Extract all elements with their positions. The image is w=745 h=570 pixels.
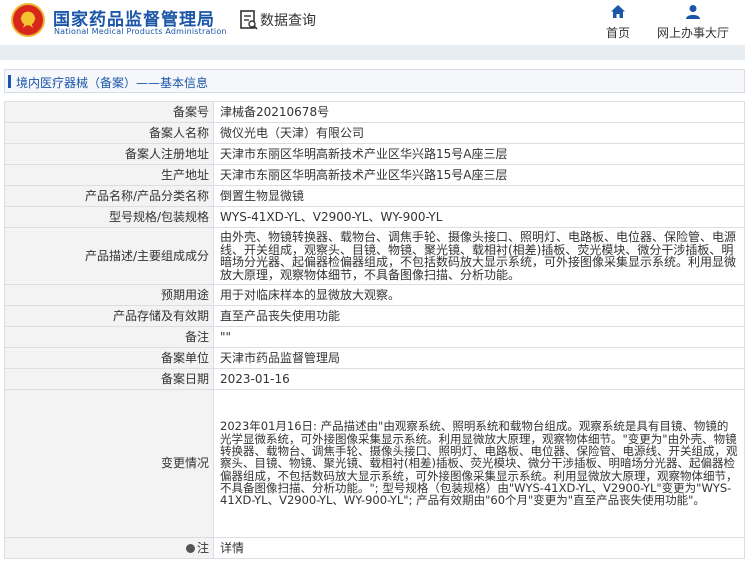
record-detail-table: 备案号 津械备20210678号 备案人名称 微仪光电（天津）有限公司 备案人注…: [4, 101, 745, 559]
field-label: 注: [4, 537, 214, 559]
brand-subtitle: National Medical Products Administration: [54, 27, 227, 36]
field-label: 产品存储及有效期: [4, 305, 214, 327]
nav-online-hall[interactable]: 网上办事大厅: [652, 4, 734, 41]
field-label: 生产地址: [4, 164, 214, 186]
nav-online-hall-label: 网上办事大厅: [656, 26, 729, 40]
info-icon: [185, 543, 195, 553]
table-row: 变更情况 2023年01月16日: 产品描述由"由观察系统、照明系统和载物台组成…: [4, 389, 745, 538]
field-value: 2023年01月16日: 产品描述由"由观察系统、照明系统和载物台组成。观察系统…: [213, 389, 745, 538]
home-icon: [611, 5, 625, 18]
field-value: "": [213, 326, 745, 348]
site-header: 国家药品监督管理局 National Medical Products Admi…: [0, 0, 745, 45]
table-row: 产品描述/主要组成成分 由外壳、物镜转换器、载物台、调焦手轮、摄像头接口、照明灯…: [4, 227, 745, 285]
field-value: 2023-01-16: [213, 368, 745, 390]
field-label: 备案人注册地址: [4, 143, 214, 165]
breadcrumb-text: 境内医疗器械（备案）——基本信息: [16, 76, 209, 90]
table-row: 备案人注册地址 天津市东丽区华明高新技术产业区华兴路15号A座三层: [4, 143, 745, 165]
field-label: 产品描述/主要组成成分: [4, 227, 214, 285]
field-label: 变更情况: [4, 389, 214, 538]
header-divider-band: [0, 45, 745, 60]
table-row: 备案日期 2023-01-16: [4, 368, 745, 390]
field-value: 倒置生物显微镜: [213, 185, 745, 207]
table-row: 产品存储及有效期 直至产品丧失使用功能: [4, 305, 745, 327]
field-value: WYS-41XD-YL、V2900-YL、WY-900-YL: [213, 206, 745, 228]
data-query-icon: [240, 10, 258, 30]
field-label: 备案日期: [4, 368, 214, 390]
field-value: 天津市东丽区华明高新技术产业区华兴路15号A座三层: [213, 143, 745, 165]
field-value: 由外壳、物镜转换器、载物台、调焦手轮、摄像头接口、照明灯、电路板、电位器、保险管…: [213, 227, 745, 285]
page-title: 数据查询: [260, 13, 316, 29]
field-value: 津械备20210678号: [213, 101, 745, 123]
field-label: 备案号: [4, 101, 214, 123]
nav-home[interactable]: 首页: [600, 4, 636, 41]
field-label: 型号规格/包装规格: [4, 206, 214, 228]
nav-home-label: 首页: [605, 26, 630, 40]
national-emblem-icon: [11, 3, 45, 37]
table-row: 注 详情: [4, 537, 745, 559]
table-row: 产品名称/产品分类名称 倒置生物显微镜: [4, 185, 745, 207]
table-row: 预期用途 用于对临床样本的显微放大观察。: [4, 284, 745, 306]
user-icon: [686, 5, 700, 19]
table-row: 备案号 津械备20210678号: [4, 101, 745, 123]
breadcrumb: 境内医疗器械（备案）——基本信息: [4, 69, 745, 93]
field-value: 微仪光电（天津）有限公司: [213, 122, 745, 144]
table-row: 备注 "": [4, 326, 745, 348]
field-label: 产品名称/产品分类名称: [4, 185, 214, 207]
table-row: 备案单位 天津市药品监督管理局: [4, 347, 745, 369]
breadcrumb-marker: [8, 75, 11, 88]
note-label: 注: [196, 540, 209, 555]
field-label: 备注: [4, 326, 214, 348]
table-row: 型号规格/包装规格 WYS-41XD-YL、V2900-YL、WY-900-YL: [4, 206, 745, 228]
field-value: 天津市药品监督管理局: [213, 347, 745, 369]
field-label: 备案单位: [4, 347, 214, 369]
field-value: 天津市东丽区华明高新技术产业区华兴路15号A座三层: [213, 164, 745, 186]
field-value: 直至产品丧失使用功能: [213, 305, 745, 327]
field-value: 用于对临床样本的显微放大观察。: [213, 284, 745, 306]
field-label: 预期用途: [4, 284, 214, 306]
detail-link[interactable]: 详情: [213, 537, 745, 559]
field-label: 备案人名称: [4, 122, 214, 144]
table-row: 备案人名称 微仪光电（天津）有限公司: [4, 122, 745, 144]
table-row: 生产地址 天津市东丽区华明高新技术产业区华兴路15号A座三层: [4, 164, 745, 186]
